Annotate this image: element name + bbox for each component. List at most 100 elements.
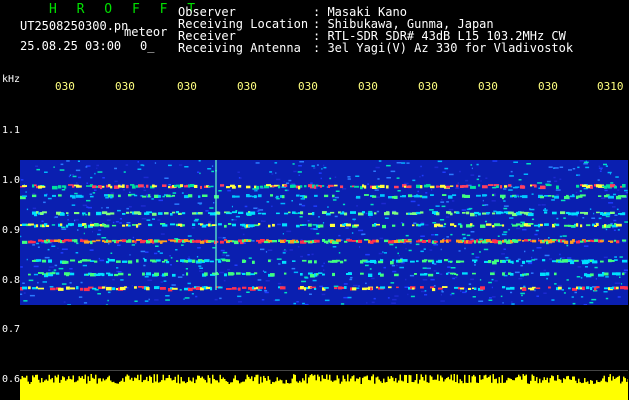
band-segment (596, 223, 599, 226)
noise-speck (69, 268, 73, 270)
noise-speck (574, 291, 577, 294)
power-bar-column (201, 376, 203, 400)
band-segment (252, 286, 255, 290)
noise-speck (347, 296, 352, 299)
band-segment (434, 240, 438, 243)
noise-speck (417, 204, 420, 206)
power-bar-column (264, 378, 266, 400)
band-segment (446, 185, 450, 189)
power-bar-column (273, 382, 275, 400)
noise-speck (396, 162, 402, 164)
band-segment (184, 195, 189, 199)
noise-speck (431, 234, 434, 236)
noise-speck (440, 201, 445, 203)
noise-speck (543, 292, 547, 294)
noise-speck (179, 289, 182, 291)
noise-speck (47, 248, 50, 251)
noise-speck (61, 226, 66, 229)
power-bar-column (66, 379, 68, 400)
noise-speck (191, 293, 194, 295)
noise-speck (61, 228, 67, 230)
band-segment (218, 223, 222, 226)
power-bar-column (171, 380, 173, 400)
band-segment (470, 212, 475, 217)
power-bar-column (99, 378, 101, 400)
noise-speck (278, 263, 281, 265)
noise-speck (408, 249, 412, 252)
power-bar-column (579, 382, 581, 400)
power-bar-column (48, 374, 50, 400)
noise-speck (242, 233, 245, 236)
noise-speck (74, 192, 78, 195)
power-bar-column (410, 375, 412, 400)
noise-speck (54, 216, 58, 218)
band-segment (476, 239, 479, 243)
noise-speck (67, 214, 69, 216)
power-bar-column (587, 381, 589, 400)
band-segment (226, 186, 230, 189)
band-segment (394, 185, 399, 189)
power-bar-column (36, 374, 38, 400)
noise-speck (307, 220, 310, 222)
power-bar-column (123, 381, 125, 400)
noise-speck (510, 291, 513, 294)
band-segment (144, 259, 147, 262)
noise-speck (610, 222, 613, 225)
band-segment (492, 212, 496, 215)
band-segment (102, 185, 105, 188)
noise-speck (112, 278, 115, 281)
power-bar-column (339, 383, 341, 400)
noise-speck (503, 207, 508, 210)
power-bar-column (116, 383, 118, 400)
noise-speck (413, 222, 417, 224)
power-bar-column (156, 374, 158, 400)
freq-label: 0.6 (2, 374, 21, 385)
band-segment (232, 211, 237, 214)
power-bar-column (393, 381, 395, 400)
band-segment (396, 286, 399, 289)
noise-speck (420, 250, 424, 253)
noise-speck (140, 250, 146, 253)
power-bar-column (378, 379, 380, 400)
power-bar-column (132, 380, 134, 400)
noise-speck (238, 177, 241, 179)
power-bar-column (432, 379, 434, 400)
power-bar-column (474, 376, 476, 400)
noise-speck (298, 165, 302, 167)
band-segment (374, 261, 377, 264)
noise-speck (146, 219, 151, 221)
time-tick: 030 (115, 80, 135, 93)
band-segment (172, 194, 175, 197)
power-bar-column (236, 380, 238, 400)
noise-speck (433, 270, 437, 272)
noise-speck (421, 174, 424, 177)
power-bar-column (447, 376, 449, 400)
band-segment (56, 272, 60, 275)
noise-speck (530, 272, 534, 274)
band-segment (60, 223, 63, 226)
noise-speck (439, 273, 443, 275)
band-segment (302, 224, 307, 226)
power-bar-column (371, 376, 373, 400)
noise-speck (396, 264, 398, 267)
noise-speck (430, 278, 435, 281)
power-bar-column (114, 383, 116, 400)
power-bar-column (117, 383, 119, 400)
band-segment (58, 194, 62, 197)
noise-speck (391, 264, 395, 267)
noise-speck (501, 233, 507, 236)
band-segment (138, 286, 143, 288)
noise-speck (160, 233, 165, 235)
power-bar-column (348, 381, 350, 400)
noise-speck (252, 240, 255, 242)
power-bar-column (336, 375, 338, 400)
power-bar-column (252, 381, 254, 400)
band-segment (420, 195, 423, 198)
noise-speck (235, 215, 240, 218)
power-bar-column (522, 374, 524, 400)
power-bar-column (108, 375, 110, 400)
power-bar-column (314, 374, 316, 400)
band-segment (226, 288, 232, 290)
power-bar-column (602, 378, 604, 400)
band-segment (444, 259, 448, 262)
